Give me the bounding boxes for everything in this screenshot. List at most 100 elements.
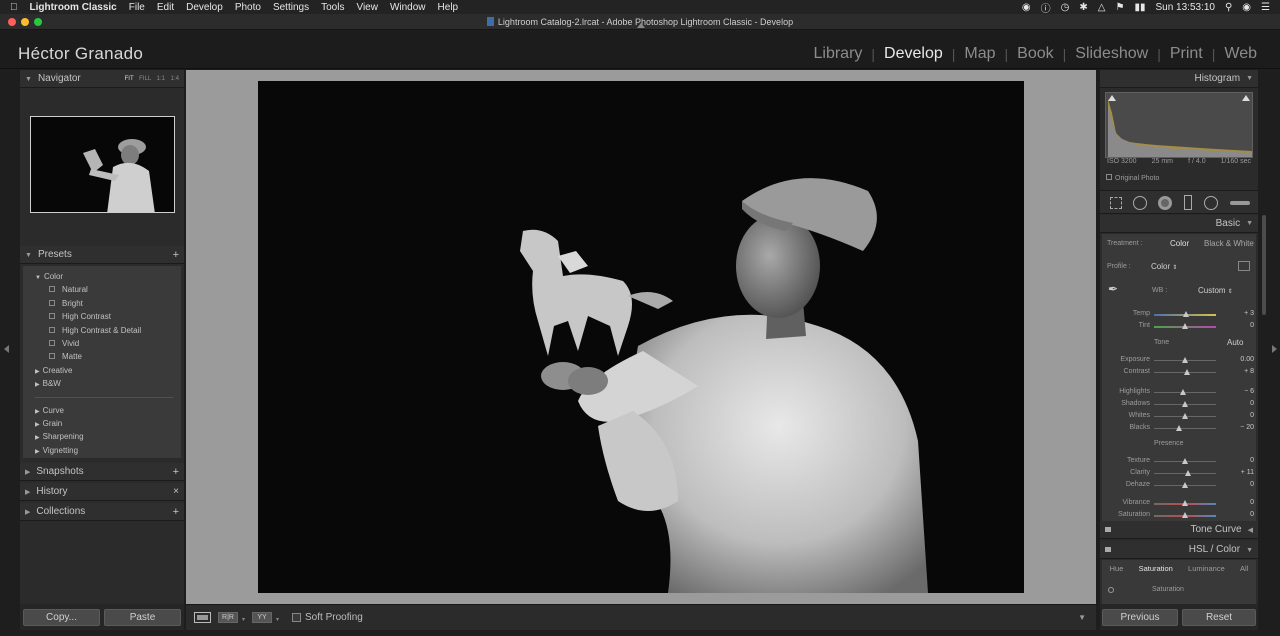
hsl-tab-all[interactable]: All <box>1240 564 1248 573</box>
slider-knob[interactable] <box>1185 470 1192 476</box>
menubar-clock[interactable]: Sun 13:53:10 <box>1155 2 1215 13</box>
menu-view[interactable]: View <box>356 2 378 13</box>
graduated-filter-icon[interactable] <box>1184 195 1192 210</box>
slider-knob[interactable] <box>1175 425 1182 431</box>
slider-value[interactable]: − 6 <box>1244 388 1254 395</box>
left-panel-toggle-icon[interactable] <box>4 345 9 353</box>
slider-value[interactable]: − 20 <box>1240 424 1254 431</box>
module-web[interactable]: Web <box>1215 45 1266 63</box>
swap-dropdown-icon[interactable]: ▾ <box>276 616 279 623</box>
original-photo-checkbox[interactable] <box>1106 174 1112 180</box>
close-window-button[interactable] <box>8 18 16 26</box>
panel-switch-icon[interactable] <box>1105 527 1111 532</box>
slider-dehaze[interactable]: Dehaze 0 <box>1102 480 1260 492</box>
preset-group-creative[interactable]: ▶ Creative <box>23 364 181 377</box>
copy-settings-button[interactable]: Copy... <box>23 609 100 626</box>
slider-value[interactable]: + 3 <box>1244 310 1254 317</box>
slider-knob[interactable] <box>1182 458 1188 464</box>
right-panel-toggle-icon[interactable] <box>1272 345 1277 353</box>
hsl-tab-saturation[interactable]: Saturation <box>1139 564 1173 573</box>
flag-icon[interactable]: ⚑ <box>1115 2 1124 13</box>
slider-highlights[interactable]: Highlights − 6 <box>1102 387 1260 399</box>
preset-item[interactable]: Bright <box>23 297 181 310</box>
slider-value[interactable]: 0.00 <box>1240 356 1254 363</box>
slider-blacks[interactable]: Blacks − 20 <box>1102 423 1260 435</box>
auto-tone-button[interactable]: Auto <box>1227 338 1243 347</box>
slider-knob[interactable] <box>1182 323 1188 329</box>
right-panel-scrollbar[interactable] <box>1262 215 1266 315</box>
control-center-icon[interactable]: ☰ <box>1261 2 1270 13</box>
paste-settings-button[interactable]: Paste <box>104 609 181 626</box>
hsl-target-adjust-icon[interactable] <box>1108 587 1114 593</box>
menu-settings[interactable]: Settings <box>273 2 309 13</box>
adjustment-brush-icon[interactable] <box>1230 201 1250 205</box>
shadow-clipping-icon[interactable] <box>1108 95 1116 101</box>
navigator-thumbnail[interactable] <box>30 116 175 213</box>
profile-browser-icon[interactable] <box>1238 261 1250 271</box>
slider-tint[interactable]: Tint 0 <box>1102 321 1260 333</box>
reset-button[interactable]: Reset <box>1182 609 1256 626</box>
navigator-header[interactable]: ▼ Navigator FIT FILL 1:1 1:4 <box>20 70 184 88</box>
hsl-tab-luminance[interactable]: Luminance <box>1188 564 1225 573</box>
status-clock-icon[interactable]: ◷ <box>1061 2 1070 13</box>
history-header[interactable]: ▶ History × <box>20 483 184 501</box>
status-info-icon[interactable]: ⓘ <box>1041 0 1051 15</box>
menu-window[interactable]: Window <box>390 2 426 13</box>
battery-icon[interactable]: ▮▮ <box>1134 2 1145 13</box>
slider-value[interactable]: 0 <box>1250 322 1254 329</box>
zoom-1-1[interactable]: 1:1 <box>157 76 165 82</box>
before-after-icon[interactable]: R|R <box>218 612 238 623</box>
preset-group-bw[interactable]: ▶ B&W <box>23 377 181 390</box>
module-print[interactable]: Print <box>1161 45 1212 63</box>
add-snapshot-icon[interactable]: + <box>173 466 179 478</box>
slider-temp[interactable]: Temp + 3 <box>1102 309 1260 321</box>
slider-contrast[interactable]: Contrast + 8 <box>1102 367 1260 379</box>
menu-help[interactable]: Help <box>438 2 459 13</box>
bluetooth-icon[interactable]: ✱ <box>1079 2 1087 13</box>
slider-value[interactable]: + 11 <box>1241 469 1254 476</box>
highlight-clipping-icon[interactable] <box>1242 95 1250 101</box>
slider-whites[interactable]: Whites 0 <box>1102 411 1260 423</box>
slider-knob[interactable] <box>1180 389 1187 395</box>
slider-knob[interactable] <box>1184 369 1191 375</box>
add-preset-icon[interactable]: + <box>173 249 179 261</box>
preset-item[interactable]: High Contrast <box>23 310 181 323</box>
crop-tool-icon[interactable] <box>1110 197 1122 209</box>
menu-develop[interactable]: Develop <box>186 2 223 13</box>
siri-icon[interactable]: ◉ <box>1242 2 1251 13</box>
zoom-window-button[interactable] <box>34 18 42 26</box>
slider-value[interactable]: 0 <box>1250 400 1254 407</box>
zoom-1-4[interactable]: 1:4 <box>171 76 179 82</box>
snapshots-header[interactable]: ▶ Snapshots + <box>20 463 184 481</box>
previous-button[interactable]: Previous <box>1102 609 1178 626</box>
slider-value[interactable]: 0 <box>1250 499 1254 506</box>
tone-curve-header[interactable]: Tone Curve ◀ <box>1100 521 1258 539</box>
add-collection-icon[interactable]: + <box>173 506 179 518</box>
slider-texture[interactable]: Texture 0 <box>1102 456 1260 468</box>
hsl-tab-hue[interactable]: Hue <box>1110 564 1124 573</box>
wb-dropdown[interactable]: Custom ⇕ <box>1198 286 1233 295</box>
slider-track[interactable] <box>1154 428 1216 429</box>
slider-value[interactable]: + 8 <box>1244 368 1254 375</box>
spot-removal-icon[interactable] <box>1133 196 1147 210</box>
preset-group-color[interactable]: ▼ Color <box>23 270 181 283</box>
slider-value[interactable]: 0 <box>1250 457 1254 464</box>
menu-file[interactable]: File <box>129 2 145 13</box>
slider-clarity[interactable]: Clarity + 11 <box>1102 468 1260 480</box>
module-slideshow[interactable]: Slideshow <box>1066 45 1157 63</box>
presets-header[interactable]: ▼ Presets + <box>20 246 184 264</box>
hsl-header[interactable]: HSL / Color ▼ <box>1100 541 1258 559</box>
profile-dropdown[interactable]: Color ⇕ <box>1151 262 1177 271</box>
slider-vibrance[interactable]: Vibrance 0 <box>1102 498 1260 510</box>
wifi-icon[interactable]: △ <box>1098 2 1106 13</box>
preset-group-vignetting[interactable]: ▶ Vignetting <box>23 444 181 457</box>
slider-value[interactable]: 0 <box>1250 481 1254 488</box>
slider-knob[interactable] <box>1182 357 1188 363</box>
slider-knob[interactable] <box>1182 413 1188 419</box>
slider-knob[interactable] <box>1182 401 1188 407</box>
zoom-fill[interactable]: FILL <box>139 76 151 82</box>
module-book[interactable]: Book <box>1008 45 1062 63</box>
slider-knob[interactable] <box>1183 311 1190 317</box>
top-panel-toggle-icon[interactable] <box>637 23 645 28</box>
minimize-window-button[interactable] <box>21 18 29 26</box>
